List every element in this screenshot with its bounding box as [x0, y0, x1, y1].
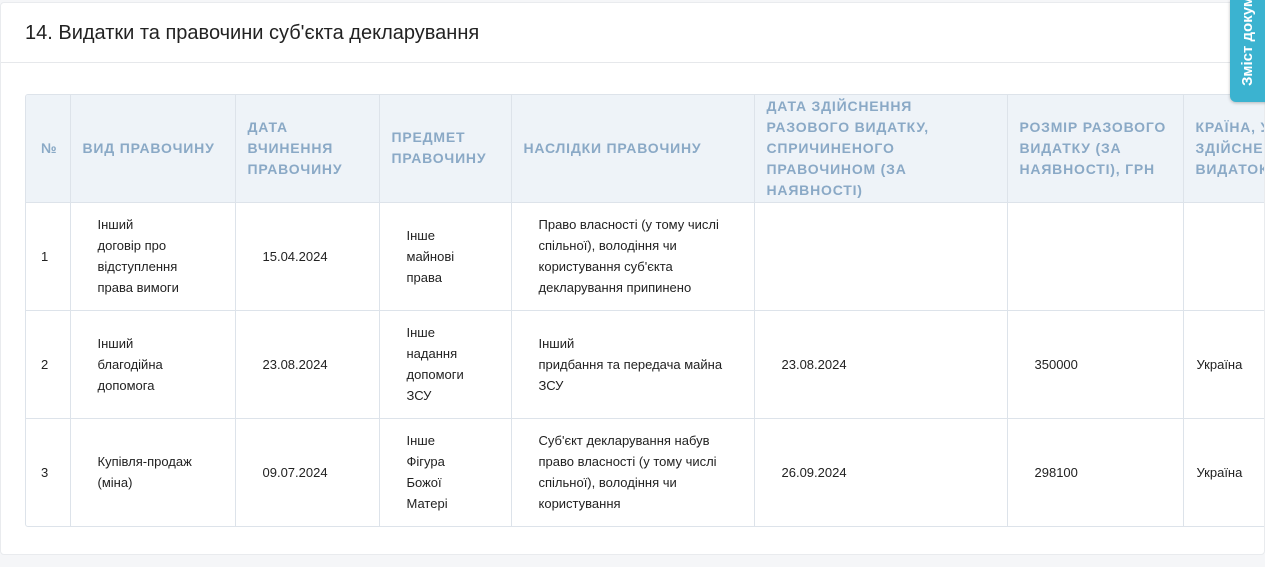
transaction-subject: Інше майнові права: [379, 202, 512, 311]
table-row: 1 Інший договір про відступлення права в…: [26, 202, 1264, 311]
header-transaction-type: Вид правочину: [70, 95, 236, 203]
header-expense-country: Країна, у якій здійснено видаток: [1183, 95, 1264, 203]
transaction-consequences: Інший придбання та передача майна ЗСУ: [511, 310, 755, 419]
header-transaction-consequences: Наслідки правочину: [511, 95, 755, 203]
row-number: 2: [26, 310, 71, 419]
expense-date: 23.08.2024: [754, 310, 1008, 419]
transaction-consequences: Право власності (у тому числі спільної),…: [511, 202, 755, 311]
expense-amount: [1007, 202, 1184, 311]
table-header-row: № Вид правочину Дата вчинення правочину …: [26, 95, 1264, 203]
expense-country: Україна: [1183, 418, 1264, 526]
table-row: 2 Інший благодійна допомога 23.08.2024 І…: [26, 310, 1264, 419]
transaction-type: Інший благодійна допомога: [70, 310, 236, 419]
transactions-table: № Вид правочину Дата вчинення правочину …: [26, 95, 1264, 526]
expense-date: [754, 202, 1008, 311]
header-transaction-subject: Предмет правочину: [379, 95, 512, 203]
transaction-date: 23.08.2024: [235, 310, 380, 419]
transaction-subject: Інше Фігура Божої Матері: [379, 418, 512, 526]
expense-amount: 298100: [1007, 418, 1184, 526]
transaction-subject: Інше надання допомоги ЗСУ: [379, 310, 512, 419]
header-expense-amount: Розмір разового видатку (за наявності), …: [1007, 95, 1184, 203]
header-expense-date: Дата здійснення разового видатку, спричи…: [754, 95, 1008, 203]
expense-amount: 350000: [1007, 310, 1184, 419]
expense-date: 26.09.2024: [754, 418, 1008, 526]
transaction-type: Інший договір про відступлення права вим…: [70, 202, 236, 311]
row-number: 1: [26, 202, 71, 311]
section-header: 14. Видатки та правочини суб'єкта деклар…: [1, 3, 1264, 63]
document-contents-tab-label: Зміст документа: [1239, 0, 1256, 86]
header-number: №: [26, 95, 71, 203]
header-transaction-date: Дата вчинення правочину: [235, 95, 380, 203]
transaction-date: 09.07.2024: [235, 418, 380, 526]
expense-country: Україна: [1183, 310, 1264, 419]
expense-country: [1183, 202, 1264, 311]
table-row: 3 Купівля-продаж (міна) 09.07.2024 Інше …: [26, 418, 1264, 526]
transaction-type: Купівля-продаж (міна): [70, 418, 236, 526]
transaction-consequences: Суб'єкт декларування набув право власнос…: [511, 418, 755, 526]
document-contents-tab[interactable]: Зміст документа: [1230, 0, 1265, 102]
transactions-table-container[interactable]: № Вид правочину Дата вчинення правочину …: [25, 94, 1264, 527]
declaration-section-card: 14. Видатки та правочини суб'єкта деклар…: [0, 2, 1265, 555]
row-number: 3: [26, 418, 71, 526]
section-title: 14. Видатки та правочини суб'єкта деклар…: [25, 22, 480, 44]
transaction-date: 15.04.2024: [235, 202, 380, 311]
